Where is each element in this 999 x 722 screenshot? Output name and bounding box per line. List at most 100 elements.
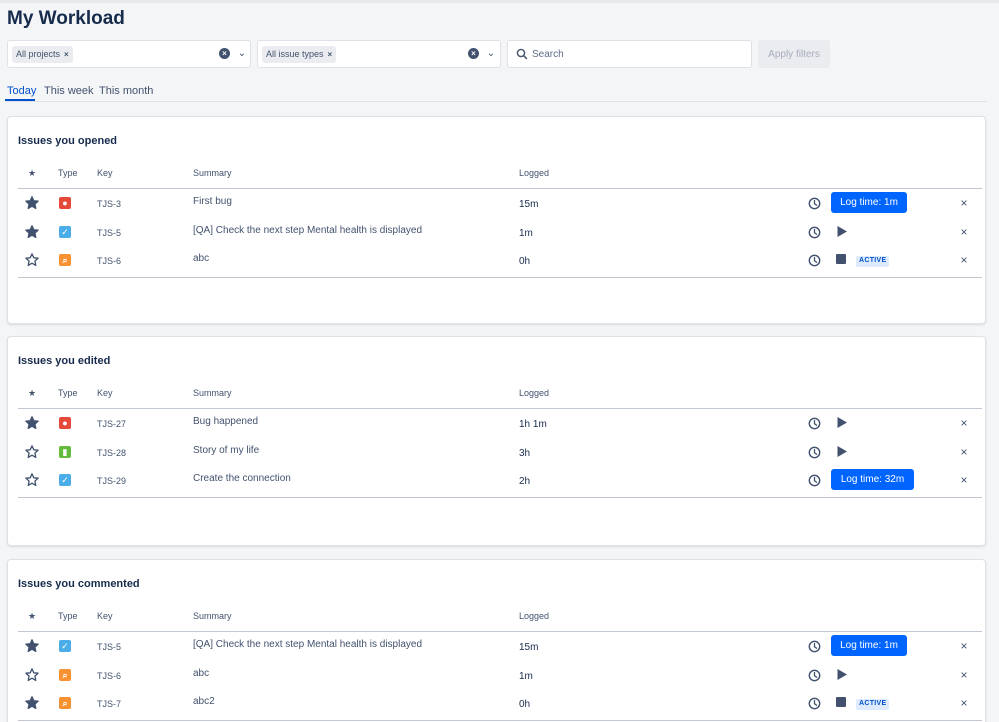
tab-this-month[interactable]: This month <box>99 85 153 97</box>
close-icon[interactable]: × <box>958 668 970 682</box>
close-icon[interactable]: × <box>958 196 970 210</box>
logged-time: 0h <box>519 256 531 267</box>
active-badge: ACTIVE <box>856 699 890 710</box>
star-filled-icon[interactable] <box>25 416 39 430</box>
issue-type-filter[interactable]: All issue types × × ⌄ <box>257 40 501 68</box>
issue-summary[interactable]: Story of my life <box>193 445 259 456</box>
issue-type-chip[interactable]: All issue types × <box>262 46 337 63</box>
issue-key[interactable]: TJS-5 <box>97 228 121 238</box>
star-filled-icon[interactable] <box>25 696 39 710</box>
table-row[interactable]: ✓ TJS-29 Create the connection 2h Log time: … <box>8 467 985 495</box>
play-icon[interactable] <box>836 416 848 429</box>
story-type-icon: ▮ <box>59 445 71 458</box>
close-icon[interactable]: × <box>958 473 970 487</box>
issue-summary[interactable]: Bug happened <box>193 416 258 427</box>
star-outline-icon[interactable] <box>25 253 39 267</box>
tab-today[interactable]: Today <box>7 85 36 97</box>
chevron-down-icon[interactable]: ⌄ <box>236 47 248 61</box>
play-icon[interactable] <box>836 668 848 681</box>
table-row[interactable]: ⌕ TJS-6 abc 1m × <box>8 662 985 690</box>
issue-summary[interactable]: abc <box>193 253 209 264</box>
column-header-type: Type <box>58 388 78 398</box>
section-opened: Issues you opened ★ Type Key Summary Logged ● T… <box>7 116 986 324</box>
table-row[interactable]: ▮ TJS-28 Story of my life 3h × <box>8 439 985 467</box>
table-row[interactable]: ✓ TJS-5 [QA] Check the next step Mental he… <box>8 219 985 247</box>
issue-summary[interactable]: abc <box>193 668 209 679</box>
project-filter[interactable]: All projects × × ⌄ <box>7 40 251 68</box>
task-type-icon: ✓ <box>59 225 71 238</box>
log-time-button[interactable]: Log time: 32m <box>831 469 914 490</box>
table-row[interactable]: ⌕ TJS-7 abc2 0h ACTIVE × <box>8 690 985 718</box>
logged-time: 1h 1m <box>519 419 547 430</box>
close-icon[interactable]: × <box>958 253 970 267</box>
clock-icon[interactable] <box>808 226 821 239</box>
issue-summary[interactable]: [QA] Check the next step Mental health i… <box>193 225 422 236</box>
close-icon[interactable]: × <box>958 416 970 430</box>
issue-key[interactable]: TJS-6 <box>97 671 121 681</box>
play-icon[interactable] <box>836 445 848 458</box>
logged-time: 1m <box>519 227 533 239</box>
clear-icon[interactable]: × <box>468 48 479 59</box>
clock-icon[interactable] <box>808 254 821 267</box>
active-badge: ACTIVE <box>856 256 890 267</box>
issue-summary[interactable]: First bug <box>193 196 232 207</box>
improvement-type-icon: ⌕ <box>59 668 71 681</box>
issue-summary[interactable]: Create the connection <box>193 473 291 484</box>
issue-key[interactable]: TJS-3 <box>97 199 121 209</box>
clock-icon[interactable] <box>808 474 821 487</box>
search-box[interactable] <box>507 40 752 68</box>
close-icon[interactable]: × <box>958 639 970 653</box>
clock-icon[interactable] <box>808 446 821 459</box>
star-filled-icon[interactable] <box>25 196 39 210</box>
close-icon[interactable]: × <box>958 445 970 459</box>
clock-icon[interactable] <box>808 669 821 682</box>
tab-this-week[interactable]: This week <box>44 85 94 97</box>
chip-remove-icon: × <box>327 50 333 59</box>
issue-key[interactable]: TJS-28 <box>97 448 126 458</box>
log-time-button[interactable]: Log time: 1m <box>831 635 907 656</box>
issue-summary[interactable]: abc2 <box>193 696 215 707</box>
table-row[interactable]: ● TJS-3 First bug 15m Log time: 1m × <box>8 190 985 218</box>
issue-summary[interactable]: [QA] Check the next step Mental health i… <box>193 639 422 650</box>
apply-filters-button[interactable]: Apply filters <box>758 40 830 68</box>
header-divider <box>18 631 982 632</box>
clock-icon[interactable] <box>808 417 821 430</box>
star-outline-icon[interactable] <box>25 667 39 682</box>
star-filled-icon[interactable] <box>25 224 39 239</box>
chip-remove-icon: × <box>64 50 69 59</box>
column-header-summary: Summary <box>193 611 232 621</box>
table-row[interactable]: ✓ TJS-5 [QA] Check the next step Mental he… <box>8 633 985 661</box>
column-header-type: Type <box>58 611 78 621</box>
issue-key[interactable]: TJS-5 <box>97 642 121 652</box>
clear-icon[interactable]: × <box>219 48 230 59</box>
stop-icon[interactable] <box>836 254 846 264</box>
close-icon[interactable]: × <box>958 225 970 239</box>
search-input[interactable] <box>532 46 742 62</box>
clock-icon[interactable] <box>808 640 821 653</box>
section-title: Issues you opened <box>18 135 118 147</box>
play-icon[interactable] <box>836 225 848 238</box>
bug-type-icon: ● <box>59 417 71 429</box>
star-filled-icon[interactable] <box>25 639 39 653</box>
issue-key[interactable]: TJS-29 <box>97 476 126 486</box>
chevron-down-icon[interactable]: ⌄ <box>485 47 497 61</box>
table-row[interactable]: ● TJS-27 Bug happened 1h 1m × <box>8 410 985 438</box>
star-outline-icon[interactable] <box>25 473 39 487</box>
star-outline-icon[interactable] <box>25 444 39 459</box>
section-title: Issues you commented <box>18 578 140 590</box>
issue-key[interactable]: TJS-7 <box>97 699 121 709</box>
logged-time: 15m <box>519 199 539 210</box>
clock-icon[interactable] <box>808 197 821 210</box>
header-divider <box>18 188 982 189</box>
stop-icon[interactable] <box>836 697 846 707</box>
improvement-type-icon: ⌕ <box>59 697 71 709</box>
clock-icon[interactable] <box>808 697 821 710</box>
bug-type-icon: ● <box>59 197 71 209</box>
issue-key[interactable]: TJS-6 <box>97 256 121 266</box>
issue-key[interactable]: TJS-27 <box>97 419 126 429</box>
close-icon[interactable]: × <box>958 696 970 710</box>
search-icon <box>516 48 528 60</box>
project-chip[interactable]: All projects × <box>12 46 73 63</box>
log-time-button[interactable]: Log time: 1m <box>831 192 907 213</box>
table-row[interactable]: ⌕ TJS-6 abc 0h ACTIVE × <box>8 247 985 275</box>
